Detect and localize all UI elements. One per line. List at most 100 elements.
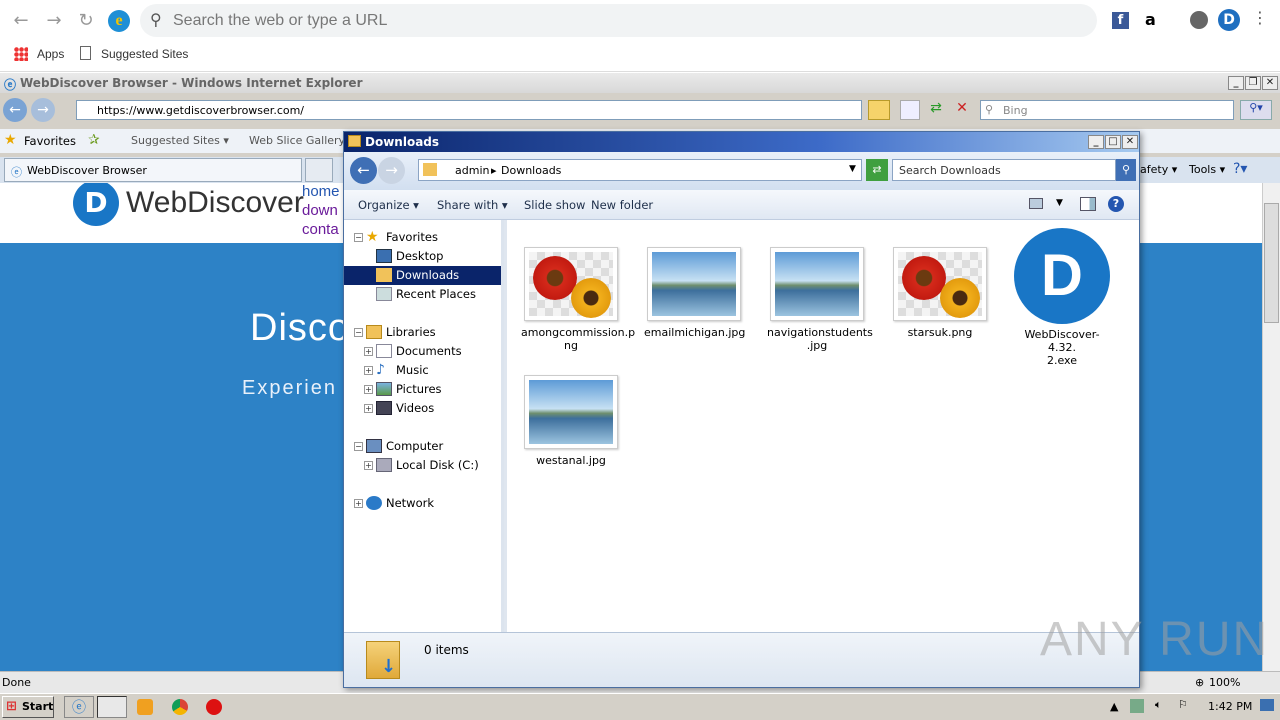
ie-address-bar[interactable]: https://www.getdiscoverbrowser.com/ bbox=[76, 100, 862, 120]
tree-music[interactable]: + ♪ Music bbox=[344, 361, 504, 380]
status-text: Done bbox=[2, 676, 31, 689]
network-icon bbox=[366, 496, 382, 510]
ie-forward-icon[interactable]: → bbox=[31, 98, 55, 122]
bookmark-apps[interactable]: Apps bbox=[37, 47, 64, 61]
restore-button[interactable]: ❐ bbox=[1245, 76, 1261, 90]
site-nav-download[interactable]: down bbox=[302, 202, 338, 219]
fav-link-suggested-sites[interactable]: Suggested Sites ▾ bbox=[131, 134, 229, 147]
refresh-icon[interactable]: ⇄ bbox=[926, 100, 946, 120]
profile-icon[interactable] bbox=[1190, 11, 1208, 29]
webdiscover-extension-icon[interactable]: D bbox=[1218, 9, 1240, 31]
facebook-icon[interactable]: f bbox=[1112, 12, 1129, 29]
add-favorite-icon[interactable]: ✰ bbox=[88, 132, 100, 148]
breadcrumb-downloads[interactable]: Downloads bbox=[501, 164, 561, 177]
taskbar-opera-icon[interactable] bbox=[206, 699, 222, 715]
explorer-minimize-button[interactable]: _ bbox=[1088, 135, 1104, 149]
tree-recent-places[interactable]: Recent Places bbox=[344, 285, 504, 304]
explorer-forward-icon[interactable]: → bbox=[378, 157, 405, 184]
breadcrumb[interactable]: admin ▸ Downloads ▼ bbox=[418, 159, 862, 181]
site-nav-contact[interactable]: conta bbox=[302, 221, 339, 238]
tray-network-icon[interactable] bbox=[1130, 699, 1144, 713]
taskbar-chrome-icon[interactable] bbox=[172, 699, 188, 715]
amazon-icon[interactable]: a bbox=[1145, 10, 1156, 29]
apps-grid-icon[interactable] bbox=[14, 47, 28, 61]
tree-libraries[interactable]: − Libraries bbox=[344, 323, 504, 342]
omnibox[interactable]: ⚲ Search the web or type a URL bbox=[140, 4, 1097, 37]
tray-volume-icon[interactable]: 🔈︎ bbox=[1155, 698, 1162, 712]
file-item[interactable]: westanal.jpg bbox=[521, 375, 621, 467]
explorer-back-icon[interactable]: ← bbox=[350, 157, 377, 184]
lock-icon[interactable] bbox=[868, 100, 890, 120]
menu-dots-icon[interactable]: ⋮ bbox=[1252, 8, 1268, 27]
site-nav-home[interactable]: home bbox=[302, 183, 340, 200]
menu-safety[interactable]: afety ▾ bbox=[1140, 163, 1177, 176]
site-logo-icon[interactable]: D bbox=[73, 183, 119, 226]
tray-arrow-icon[interactable]: ▲ bbox=[1110, 700, 1118, 713]
stop-icon[interactable]: ✕ bbox=[952, 100, 972, 120]
ie-back-icon[interactable]: ← bbox=[3, 98, 27, 122]
tree-network[interactable]: + Network bbox=[344, 494, 504, 513]
menu-tools[interactable]: Tools ▾ bbox=[1189, 163, 1225, 176]
tree-videos[interactable]: + Videos bbox=[344, 399, 504, 418]
scrollbar-thumb[interactable] bbox=[1264, 203, 1279, 323]
view-icon[interactable] bbox=[1029, 198, 1043, 209]
tray-flag-icon[interactable]: ⚐ bbox=[1178, 698, 1188, 711]
zoom-icon[interactable]: ⊕ bbox=[1195, 676, 1204, 689]
file-item[interactable]: starsuk.png bbox=[890, 247, 990, 339]
tree-pictures[interactable]: + Pictures bbox=[344, 380, 504, 399]
view-dropdown-icon[interactable]: ▼ bbox=[1056, 198, 1063, 208]
file-item[interactable]: amongcommission.p ng bbox=[521, 247, 635, 352]
videos-icon bbox=[376, 401, 392, 415]
organize-button[interactable]: Organize ▾ bbox=[358, 198, 419, 212]
help-icon[interactable]: ?▾ bbox=[1233, 161, 1247, 177]
explorer-maximize-button[interactable]: □ bbox=[1105, 135, 1121, 149]
tree-computer[interactable]: − Computer bbox=[344, 437, 504, 456]
close-button[interactable]: ✕ bbox=[1262, 76, 1278, 90]
start-button[interactable]: ⊞ Start bbox=[2, 696, 54, 718]
tree-local-disk[interactable]: + Local Disk (C:) bbox=[344, 456, 504, 475]
file-item[interactable]: emailmichigan.jpg bbox=[644, 247, 745, 339]
disk-icon bbox=[376, 458, 392, 472]
explorer-help-icon[interactable]: ? bbox=[1108, 196, 1124, 212]
share-with-button[interactable]: Share with ▾ bbox=[437, 198, 508, 212]
ie-search-placeholder: Bing bbox=[1003, 104, 1028, 117]
minimize-button[interactable]: _ bbox=[1228, 76, 1244, 90]
slide-show-button[interactable]: Slide show bbox=[524, 198, 585, 212]
tree-desktop[interactable]: Desktop bbox=[344, 247, 504, 266]
ie-logo-icon[interactable]: e bbox=[108, 10, 130, 32]
ie-vertical-scrollbar[interactable] bbox=[1262, 183, 1280, 671]
new-tab-button[interactable] bbox=[305, 158, 333, 182]
zoom-level[interactable]: 100% bbox=[1209, 676, 1240, 689]
ie-search-box[interactable]: ⚲ Bing bbox=[980, 100, 1234, 120]
taskbar-media-icon[interactable] bbox=[137, 699, 153, 715]
explorer-close-button[interactable]: ✕ bbox=[1122, 135, 1138, 149]
file-item[interactable]: navigationstudents .jpg bbox=[767, 247, 873, 352]
compat-view-icon[interactable] bbox=[900, 100, 920, 120]
tab-webdiscover[interactable]: ⓔ WebDiscover Browser bbox=[4, 158, 302, 182]
breadcrumb-admin[interactable]: admin bbox=[455, 164, 489, 177]
explorer-search-icon[interactable]: ⚲ bbox=[1116, 159, 1136, 181]
explorer-search-box[interactable]: Search Downloads bbox=[892, 159, 1116, 181]
favorites-button[interactable]: Favorites bbox=[24, 134, 76, 148]
forward-arrow-icon[interactable]: → bbox=[43, 10, 65, 32]
tree-downloads[interactable]: Downloads bbox=[344, 266, 501, 285]
clock[interactable]: 1:42 PM bbox=[1208, 700, 1252, 713]
site-brand[interactable]: WebDiscover bbox=[126, 186, 304, 220]
breadcrumb-dropdown-icon[interactable]: ▼ bbox=[849, 164, 856, 174]
new-folder-button[interactable]: New folder bbox=[591, 198, 653, 212]
show-desktop-icon[interactable] bbox=[1260, 699, 1274, 711]
tree-documents[interactable]: + Documents bbox=[344, 342, 504, 361]
back-arrow-icon[interactable]: ← bbox=[10, 10, 32, 32]
explorer-refresh-icon[interactable]: ⇄ bbox=[866, 159, 888, 181]
taskbar: ⊞ Start ⓔ ▲ 🔈︎ ⚐ 1:42 PM bbox=[0, 693, 1280, 720]
ie-search-button[interactable]: ⚲▾ bbox=[1240, 100, 1272, 120]
taskbar-explorer-icon[interactable] bbox=[97, 696, 127, 718]
file-item[interactable]: D WebDiscover-4.32. 2.exe bbox=[1012, 228, 1112, 367]
fav-link-web-slice-gallery[interactable]: Web Slice Gallery ▾ bbox=[249, 134, 354, 147]
tree-favorites[interactable]: − ★ Favorites bbox=[344, 228, 504, 247]
taskbar-ie-icon[interactable]: ⓔ bbox=[64, 696, 94, 718]
reload-icon[interactable]: ↻ bbox=[75, 10, 97, 32]
bookmark-suggested-sites[interactable]: Suggested Sites bbox=[101, 47, 188, 61]
preview-pane-icon[interactable] bbox=[1080, 197, 1096, 211]
chrome-toolbar: ← → ↻ e ⚲ Search the web or type a URL f… bbox=[0, 0, 1280, 72]
